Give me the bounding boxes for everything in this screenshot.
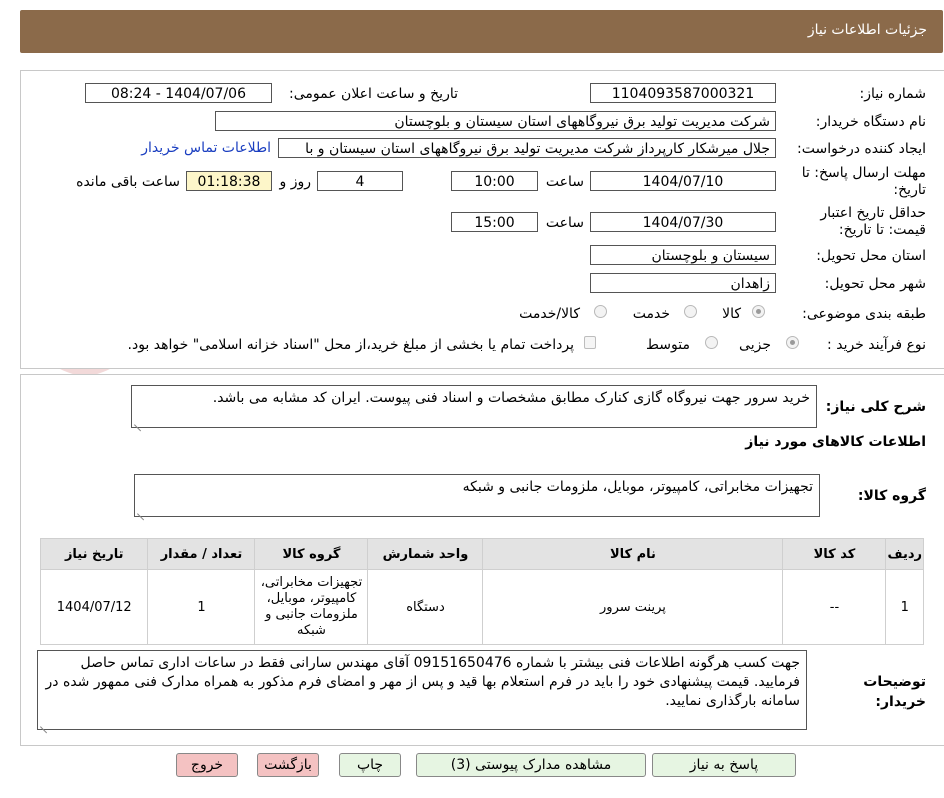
days-field: 4 xyxy=(317,171,403,191)
validity-label: حداقل تاریخ اعتبار قیمت: تا تاریخ: xyxy=(820,205,926,238)
deadline-label: مهلت ارسال پاسخ: تا تاریخ: xyxy=(801,165,926,198)
payment-note: پرداخت تمام یا بخشی از مبلغ خرید،از محل … xyxy=(127,337,574,353)
validity-date-field: 1404/07/30 xyxy=(590,212,776,232)
table-row: 1 -- پرینت سرور دستگاه تجهیزات مخابراتی،… xyxy=(39,569,924,645)
print-button[interactable]: چاپ xyxy=(339,753,401,777)
buyer-org-field: شرکت مدیریت تولید برق نیروگاههای استان س… xyxy=(215,111,776,131)
buyer-notes-label: توضیحات خریدار: xyxy=(863,674,926,710)
cell-code: -- xyxy=(782,569,887,645)
process-radio-medium[interactable] xyxy=(705,336,718,349)
announce-label: تاریخ و ساعت اعلان عمومی: xyxy=(289,86,458,102)
validity-time-field: 15:00 xyxy=(451,212,538,232)
attachments-button[interactable]: مشاهده مدارک پیوستی (3) xyxy=(416,753,646,777)
page-header: جزئیات اطلاعات نیاز xyxy=(20,10,943,53)
col-header-unit: واحد شمارش xyxy=(367,538,484,570)
creator-field: جلال میرشکار کارپرداز شرکت مدیریت تولید … xyxy=(278,138,776,158)
page-title: جزئیات اطلاعات نیاز xyxy=(807,22,927,38)
col-header-name: نام کالا xyxy=(482,538,784,570)
cell-group: تجهیزات مخابراتی، کامپیوتر، موبایل، ملزو… xyxy=(254,569,369,645)
province-label: استان محل تحویل: xyxy=(816,248,926,264)
deadline-date-field: 1404/07/10 xyxy=(590,171,776,191)
validity-time-label: ساعت xyxy=(545,215,584,231)
resize-grip-icon[interactable] xyxy=(137,506,145,514)
category-option-service: خدمت xyxy=(632,306,670,322)
buyer-org-label: نام دستگاه خریدار: xyxy=(815,114,926,130)
contact-link[interactable]: اطلاعات تماس خریدار xyxy=(141,140,271,156)
col-header-code: کد کالا xyxy=(782,538,887,570)
items-table: ردیف کد کالا نام کالا واحد شمارش گروه کا… xyxy=(39,538,924,645)
need-number-field: 1104093587000321 xyxy=(590,83,776,103)
category-option-goods-service: کالا/خدمت xyxy=(519,306,580,322)
cell-name: پرینت سرور xyxy=(482,569,784,645)
buyer-notes-text: جهت کسب هرگونه اطلاعات فنی بیشتر با شمار… xyxy=(45,655,800,709)
back-button[interactable]: بازگشت xyxy=(257,753,319,777)
category-option-goods: کالا xyxy=(722,306,741,322)
reply-button[interactable]: پاسخ به نیاز xyxy=(652,753,796,777)
goods-group-label: گروه کالا: xyxy=(857,488,926,504)
province-field: سیستان و بلوچستان xyxy=(590,245,776,265)
process-label: نوع فرآیند خرید : xyxy=(827,337,926,353)
remaining-label: ساعت باقی مانده xyxy=(76,174,180,190)
goods-group-textarea[interactable]: تجهیزات مخابراتی، کامپیوتر، موبایل، ملزو… xyxy=(134,474,820,517)
city-field: زاهدان xyxy=(590,273,776,293)
resize-grip-icon[interactable] xyxy=(134,417,142,425)
category-radio-goods-service[interactable] xyxy=(594,305,607,318)
cell-need-date: 1404/07/12 xyxy=(39,569,149,645)
summary-text: خرید سرور جهت نیروگاه گازی کنارک مطابق م… xyxy=(212,390,810,406)
col-header-need-date: تاریخ نیاز xyxy=(39,538,149,570)
deadline-time-label: ساعت xyxy=(545,174,584,190)
resize-grip-icon[interactable] xyxy=(40,719,48,727)
days-label: روز و xyxy=(279,174,312,190)
table-header-row: ردیف کد کالا نام کالا واحد شمارش گروه کا… xyxy=(39,538,924,570)
summary-label: شرح کلی نیاز: xyxy=(825,399,926,415)
process-radio-minor[interactable] xyxy=(786,336,799,349)
goods-group-text: تجهیزات مخابراتی، کامپیوتر، موبایل، ملزو… xyxy=(462,479,813,495)
col-header-quantity: تعداد / مقدار xyxy=(147,538,256,570)
cell-quantity: 1 xyxy=(147,569,256,645)
category-label: طبقه بندی موضوعی: xyxy=(802,306,926,322)
goods-info-title: اطلاعات کالاهای مورد نیاز xyxy=(745,434,926,450)
process-option-minor: جزیی xyxy=(739,337,771,353)
cell-row-num: 1 xyxy=(885,569,924,645)
process-option-medium: متوسط xyxy=(646,337,690,353)
treasury-checkbox[interactable] xyxy=(584,336,596,349)
deadline-time-field: 10:00 xyxy=(451,171,538,191)
col-header-row-num: ردیف xyxy=(885,538,924,570)
need-number-label: شماره نیاز: xyxy=(859,86,927,102)
announce-field: 1404/07/06 - 08:24 xyxy=(85,83,272,103)
col-header-group: گروه کالا xyxy=(254,538,369,570)
category-radio-service[interactable] xyxy=(684,305,697,318)
buyer-notes-textarea[interactable]: جهت کسب هرگونه اطلاعات فنی بیشتر با شمار… xyxy=(37,650,807,730)
creator-label: ایجاد کننده درخواست: xyxy=(797,141,926,157)
exit-button[interactable]: خروج xyxy=(176,753,238,777)
cell-unit: دستگاه xyxy=(367,569,484,645)
city-label: شهر محل تحویل: xyxy=(824,276,926,292)
summary-textarea[interactable]: خرید سرور جهت نیروگاه گازی کنارک مطابق م… xyxy=(131,385,817,428)
category-radio-goods[interactable] xyxy=(752,305,765,318)
remaining-time-field: 01:18:38 xyxy=(186,171,272,191)
